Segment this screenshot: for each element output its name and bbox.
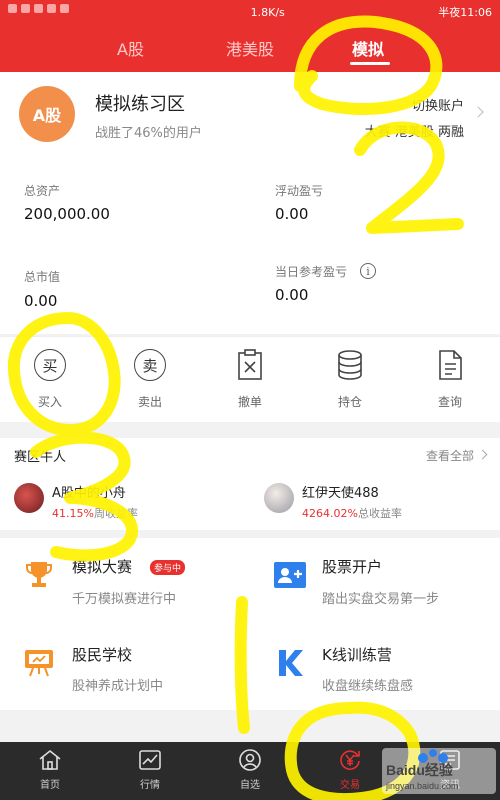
- feature-subtitle: 股神养成计划中: [72, 679, 164, 694]
- notification-icon: [8, 4, 17, 13]
- clock: 半夜11:06: [438, 6, 492, 19]
- nav-news[interactable]: 资讯: [420, 748, 480, 791]
- active-tab-indicator: [350, 62, 390, 65]
- status-right: 1.8K/s 半夜11:06: [251, 4, 492, 20]
- network-speed: 1.8K/s: [250, 6, 285, 19]
- cancel-order-icon: [238, 349, 262, 380]
- notification-icon: [21, 4, 30, 13]
- feature-title: 股票开户: [322, 558, 383, 576]
- bottom-navigation: 首页 行情 自选 交易 资讯: [0, 742, 500, 800]
- trade-yen-icon: [340, 750, 360, 770]
- avatar[interactable]: [14, 483, 44, 513]
- trader-name[interactable]: 红伊天使488: [302, 482, 379, 501]
- switch-account-label: 切换账户: [411, 99, 464, 114]
- buy-icon: 买: [34, 349, 66, 381]
- view-all-link[interactable]: 查看全部: [426, 447, 474, 464]
- query-label: 查询: [437, 395, 462, 409]
- market-value-value: 0.00: [24, 292, 58, 310]
- tab-a-shares[interactable]: A股: [117, 36, 144, 60]
- chevron-right-icon[interactable]: [472, 106, 484, 118]
- notification-icons: [8, 4, 69, 13]
- total-assets-value: 200,000.00: [24, 205, 110, 223]
- notification-icon: [47, 4, 56, 13]
- trader-name[interactable]: A股中的小舟: [52, 482, 126, 501]
- nav-label: 资讯: [440, 780, 460, 791]
- sell-icon: 卖: [134, 349, 166, 381]
- buy-label: 买入: [37, 395, 62, 409]
- trader-rate-value: 4264.02%: [302, 507, 358, 520]
- feature-subtitle: 千万模拟赛进行中: [72, 592, 177, 607]
- home-icon: [39, 749, 61, 770]
- switch-account-button[interactable]: 切换账户 大赛 港美股 两融: [365, 94, 464, 146]
- nav-watchlist[interactable]: 自选: [220, 748, 280, 791]
- account-subtitle: 战胜了46%的用户: [95, 126, 202, 141]
- open-account-icon: [274, 562, 306, 588]
- nav-label: 首页: [40, 780, 60, 791]
- chevron-right-icon[interactable]: [477, 449, 488, 460]
- notification-icon: [60, 4, 69, 13]
- nav-label: 交易: [340, 780, 360, 791]
- trader-rate-label: 周收益率: [93, 507, 138, 520]
- feature-title: 股民学校: [72, 646, 133, 664]
- cancel-order-button[interactable]: 撤单: [210, 349, 290, 410]
- tab-simulation[interactable]: 模拟: [352, 36, 384, 60]
- floating-pl-label: 浮动盈亏: [275, 184, 324, 198]
- today-pl-value: 0.00: [275, 286, 309, 304]
- feature-title: K线训练营: [322, 646, 392, 664]
- today-pl-label: 当日参考盈亏: [275, 265, 348, 279]
- kline-icon: [279, 650, 303, 676]
- total-assets-label: 总资产: [24, 184, 61, 198]
- position-icon: [338, 350, 362, 380]
- trader-rate: 41.15%周收益率: [52, 505, 138, 521]
- sell-button[interactable]: 卖 卖出: [110, 349, 190, 410]
- top-traders-section: 赛区牛人 查看全部 A股中的小舟 41.15%周收益率 红伊天使488 4264…: [0, 438, 500, 530]
- feature-subtitle: 收盘继续练盘感: [322, 679, 414, 694]
- position-label: 持仓: [337, 395, 362, 409]
- nav-market[interactable]: 行情: [120, 748, 180, 791]
- cancel-order-label: 撤单: [237, 395, 262, 409]
- nav-label: 自选: [240, 780, 260, 791]
- trader-rate-value: 41.15%: [52, 507, 94, 520]
- nav-home[interactable]: 首页: [20, 748, 80, 791]
- app-header: 1.8K/s 半夜11:06 A股 港美股 模拟: [0, 0, 500, 72]
- tab-hk-us-stocks[interactable]: 港美股: [226, 36, 274, 60]
- market-tabs: A股 港美股 模拟: [0, 30, 500, 66]
- trader-rate-label: 总收益率: [357, 507, 402, 520]
- trader-rate: 4264.02%总收益率: [302, 505, 402, 521]
- feature-grid: 模拟大赛 参与中 千万模拟赛进行中 股票开户 踏出实盘交易第一步 股民学校 股神…: [0, 538, 500, 710]
- top-traders-title: 赛区牛人: [14, 450, 67, 465]
- position-button[interactable]: 持仓: [310, 349, 390, 410]
- participating-badge: 参与中: [150, 560, 186, 575]
- query-button[interactable]: 查询: [410, 349, 490, 410]
- account-card: A股 模拟练习区 战胜了46%的用户 切换账户 大赛 港美股 两融 总资产 20…: [0, 72, 500, 334]
- trophy-icon: [26, 562, 52, 587]
- watchlist-icon: [239, 749, 261, 771]
- market-value-label: 总市值: [24, 270, 61, 284]
- account-title: 模拟练习区: [95, 94, 185, 115]
- switch-account-options: 大赛 港美股 两融: [364, 125, 464, 140]
- news-icon: [440, 750, 460, 770]
- school-icon: [25, 650, 53, 677]
- feature-title: 模拟大赛: [72, 558, 133, 576]
- floating-pl-value: 0.00: [275, 205, 309, 223]
- query-icon: [439, 350, 462, 380]
- nav-label: 行情: [140, 780, 160, 791]
- trade-actions: 买 买入 卖 卖出 撤单 持仓 查询: [0, 336, 500, 422]
- notification-icon: [34, 4, 43, 13]
- nav-trade[interactable]: 交易: [320, 748, 380, 791]
- feature-subtitle: 踏出实盘交易第一步: [322, 592, 440, 607]
- sell-label: 卖出: [137, 395, 162, 409]
- avatar[interactable]: [264, 483, 294, 513]
- buy-button[interactable]: 买 买入: [10, 349, 90, 410]
- market-chart-icon: [139, 750, 161, 770]
- status-bar: 1.8K/s 半夜11:06: [0, 0, 500, 22]
- account-avatar: A股: [19, 86, 75, 142]
- info-icon[interactable]: i: [360, 263, 376, 279]
